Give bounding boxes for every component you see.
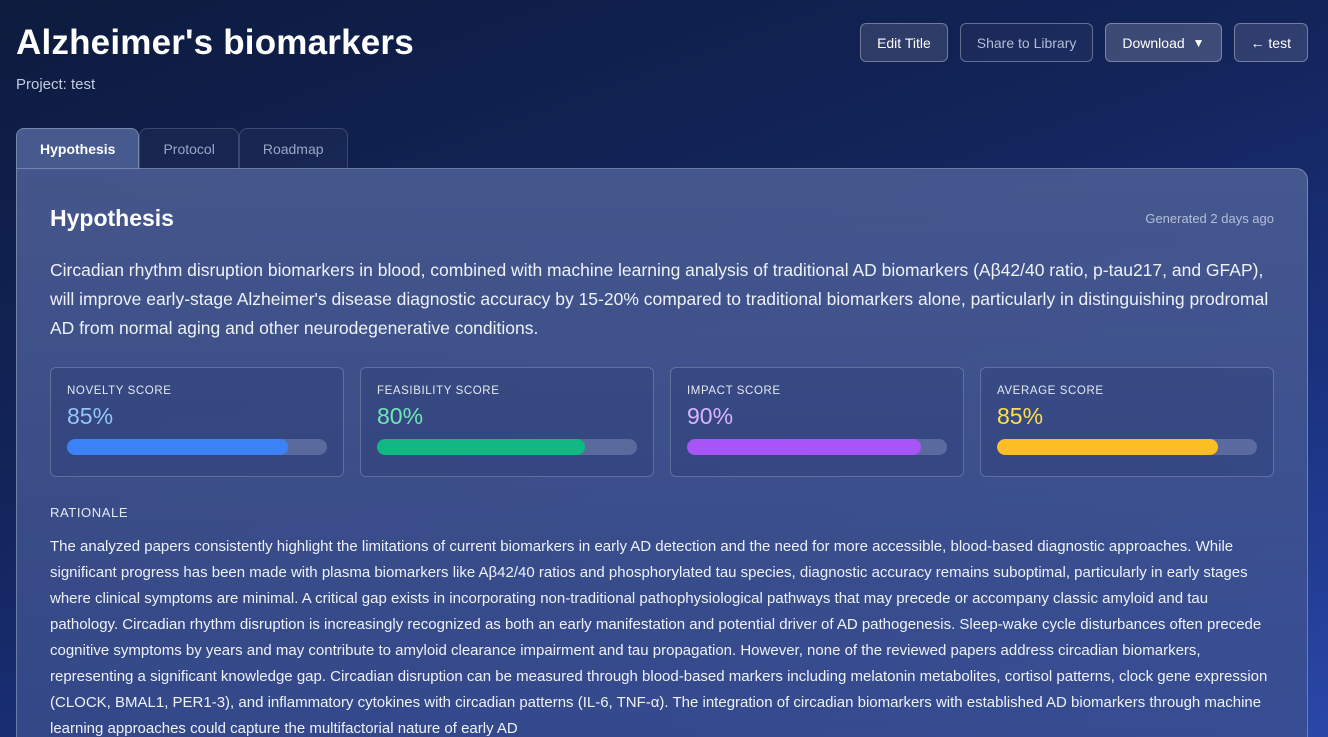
back-button[interactable]: ← test — [1233, 23, 1308, 62]
score-bar — [687, 439, 947, 455]
generated-timestamp: Generated 2 days ago — [1145, 210, 1274, 226]
caret-down-icon: ▼ — [1192, 35, 1205, 50]
rationale-text: The analyzed papers consistently highlig… — [50, 538, 1268, 737]
score-label: NOVELTY SCORE — [67, 385, 172, 397]
score-value: 85% — [67, 403, 114, 429]
score-bar-fill — [687, 439, 921, 455]
score-label: FEASIBILITY SCORE — [377, 385, 500, 397]
download-button-label: Download — [1122, 34, 1185, 51]
page-title: Alzheimer's biomarkers — [16, 23, 414, 62]
score-bar — [377, 439, 637, 455]
project-label: Project: test — [16, 76, 96, 93]
tab-bar: Hypothesis Protocol Roadmap — [16, 128, 348, 169]
hypothesis-panel: Hypothesis Generated 2 days ago Circadia… — [16, 168, 1308, 737]
score-value: 85% — [997, 403, 1044, 429]
tab-protocol[interactable]: Protocol — [139, 128, 239, 169]
score-label: AVERAGE SCORE — [997, 385, 1104, 397]
score-bar — [67, 439, 327, 455]
score-cards: NOVELTY SCORE 85% FEASIBILITY SCORE 80% … — [50, 367, 1274, 477]
score-label: IMPACT SCORE — [687, 385, 781, 397]
edit-title-button[interactable]: Edit Title — [860, 23, 948, 62]
share-to-library-button[interactable]: Share to Library — [959, 23, 1094, 62]
score-bar-fill — [997, 439, 1218, 455]
feasibility-score-card: FEASIBILITY SCORE 80% — [360, 367, 654, 477]
novelty-score-card: NOVELTY SCORE 85% — [50, 367, 344, 477]
score-bar — [997, 439, 1257, 455]
tab-roadmap[interactable]: Roadmap — [238, 128, 348, 169]
impact-score-card: IMPACT SCORE 90% — [670, 367, 964, 477]
tab-hypothesis[interactable]: Hypothesis — [16, 128, 140, 169]
header-actions: Edit Title Share to Library Download ▼ ←… — [860, 23, 1308, 62]
download-button[interactable]: Download ▼ — [1105, 23, 1222, 62]
score-bar-fill — [67, 439, 288, 455]
average-score-card: AVERAGE SCORE 85% — [980, 367, 1274, 477]
score-value: 90% — [687, 403, 734, 429]
hypothesis-text: Circadian rhythm disruption biomarkers i… — [50, 260, 1269, 338]
section-title: Hypothesis — [50, 204, 174, 231]
rationale-heading: RATIONALE — [50, 505, 129, 520]
score-value: 80% — [377, 403, 424, 429]
score-bar-fill — [377, 439, 585, 455]
page-header: Alzheimer's biomarkers Project: test — [16, 22, 414, 93]
